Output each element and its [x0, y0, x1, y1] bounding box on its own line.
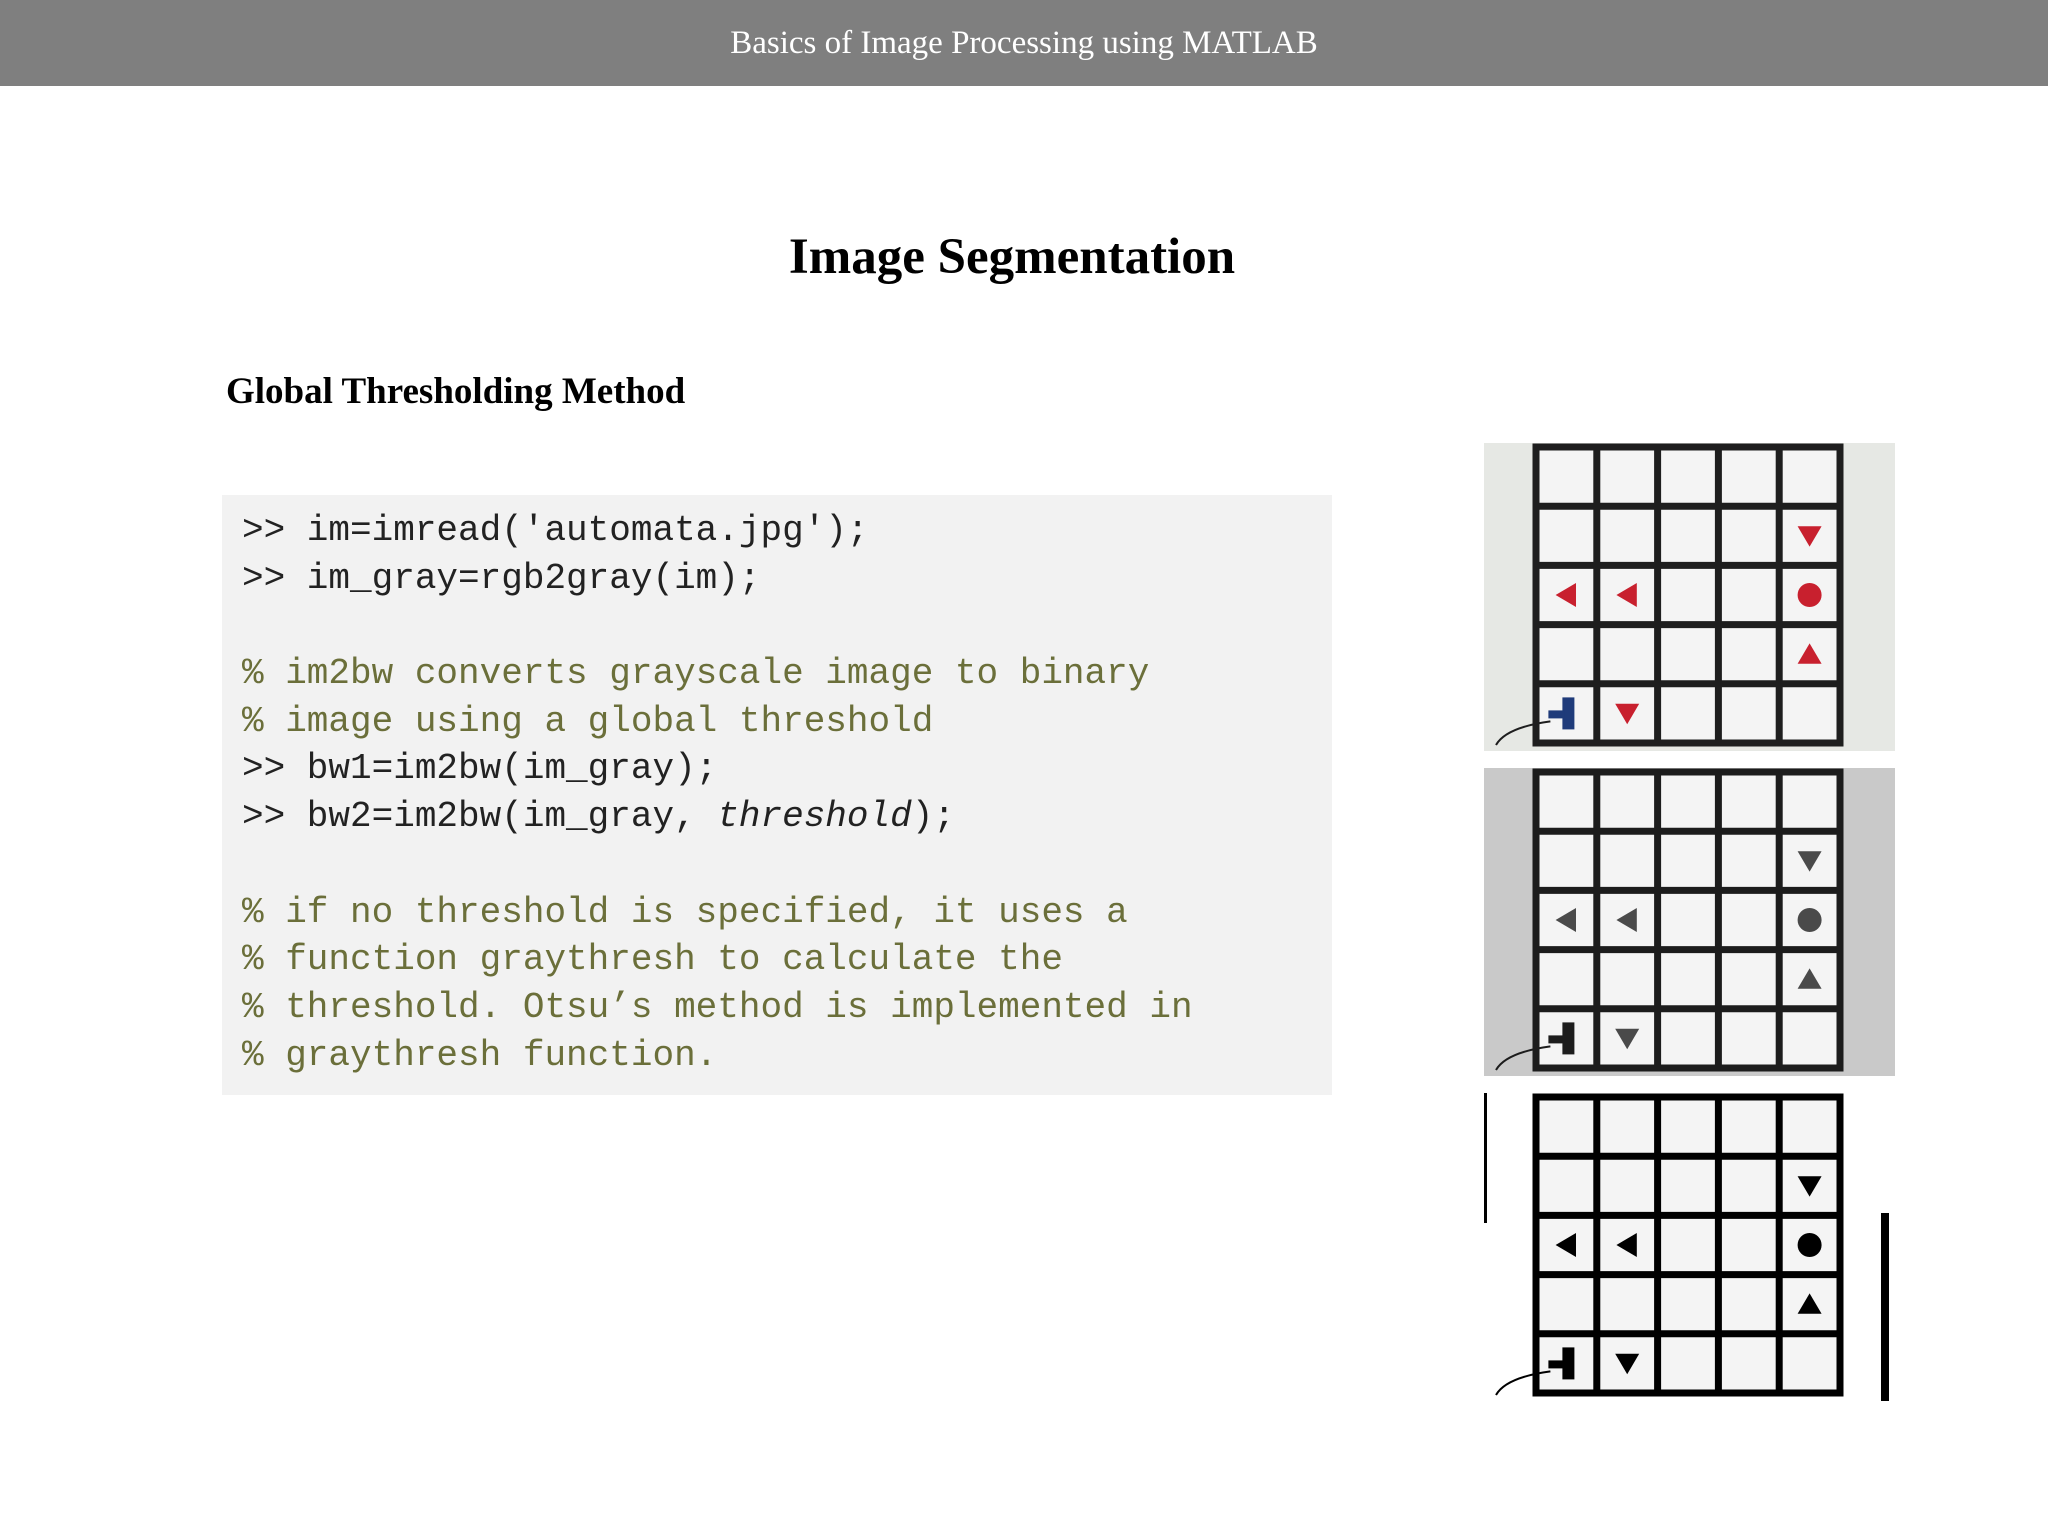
- code-comment: % function graythresh to calculate the: [242, 939, 1063, 981]
- code-text: );: [911, 796, 955, 838]
- code-text: >> bw2=im2bw(im_gray,: [242, 796, 718, 838]
- result-images: [1484, 443, 1895, 1418]
- robot-arm: [1548, 1360, 1565, 1369]
- code-comment: % threshold. Otsu’s method is implemente…: [242, 986, 1193, 1028]
- code-line: >> bw1=im2bw(im_gray);: [242, 748, 718, 790]
- board-frame: [1532, 443, 1844, 747]
- grayscale-image: [1484, 768, 1895, 1076]
- slide-header: Basics of Image Processing using MATLAB: [0, 0, 2048, 86]
- code-comment: % if no threshold is specified, it uses …: [242, 891, 1128, 933]
- circle-marker: [1797, 583, 1822, 607]
- circle-marker: [1797, 1233, 1822, 1257]
- board-frame: [1532, 1093, 1844, 1397]
- code-block: >> im=imread('automata.jpg'); >> im_gray…: [222, 495, 1332, 1095]
- code-comment: % graythresh function.: [242, 1034, 718, 1076]
- header-title: Basics of Image Processing using MATLAB: [730, 24, 1318, 61]
- image-edge-artifact: [1881, 1213, 1889, 1401]
- board-frame: [1532, 768, 1844, 1072]
- code-line: >> im=imread('automata.jpg');: [242, 510, 869, 551]
- code-threshold-arg: threshold: [717, 796, 912, 838]
- image-edge-artifact: [1484, 1093, 1487, 1223]
- code-line: >> bw2=im2bw(im_gray, threshold);: [242, 793, 1332, 841]
- slide-title: Image Segmentation: [788, 229, 1236, 285]
- code-line: >> im_gray=rgb2gray(im);: [242, 557, 761, 599]
- robot-arm: [1548, 710, 1565, 719]
- code-comment: % im2bw converts grayscale image to bina…: [242, 653, 1150, 695]
- robot-arm: [1548, 1035, 1565, 1044]
- color-image: [1484, 443, 1895, 751]
- circle-marker: [1797, 908, 1822, 932]
- section-subtitle: Global Thresholding Method: [226, 371, 686, 412]
- code-comment: % image using a global threshold: [242, 700, 934, 742]
- binary-image: [1484, 1093, 1895, 1401]
